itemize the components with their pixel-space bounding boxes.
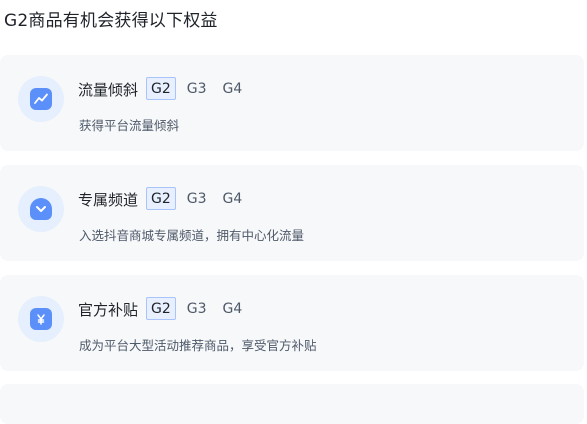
trend-chart-icon [18, 76, 64, 122]
grade-tag-g4: G4 [222, 191, 243, 207]
grade-tag-g3: G3 [186, 191, 207, 207]
grade-tag-g2: G2 [146, 187, 176, 210]
benefit-card-channel: 专属频道 G2 G3 G4 入选抖音商城专属频道，拥有中心化流量 [0, 165, 584, 261]
grade-tag-g2: G2 [146, 297, 176, 320]
page-title: G2商品有机会获得以下权益 [4, 11, 218, 31]
chevron-badge-icon [18, 186, 64, 232]
grade-tags: G2 G3 G4 [146, 77, 247, 100]
subsidy-coupon-icon [18, 296, 64, 342]
benefit-title: 官方补贴 [78, 301, 139, 319]
grade-tag-g3: G3 [186, 301, 207, 317]
benefit-description: 入选抖音商城专属频道，拥有中心化流量 [79, 228, 305, 243]
benefit-title: 流量倾斜 [78, 81, 139, 99]
grade-tags: G2 G3 G4 [146, 187, 247, 210]
benefit-description: 成为平台大型活动推荐商品，享受官方补贴 [79, 338, 317, 353]
benefit-card-partial [0, 384, 584, 424]
grade-tags: G2 G3 G4 [146, 297, 247, 320]
benefit-description: 获得平台流量倾斜 [79, 118, 180, 133]
grade-tag-g4: G4 [222, 301, 243, 317]
benefit-title: 专属频道 [78, 191, 139, 209]
benefit-card-traffic: 流量倾斜 G2 G3 G4 获得平台流量倾斜 [0, 55, 584, 151]
benefit-card-subsidy: 官方补贴 G2 G3 G4 成为平台大型活动推荐商品，享受官方补贴 [0, 275, 584, 371]
grade-tag-g4: G4 [222, 81, 243, 97]
grade-tag-g3: G3 [186, 81, 207, 97]
grade-tag-g2: G2 [146, 77, 176, 100]
